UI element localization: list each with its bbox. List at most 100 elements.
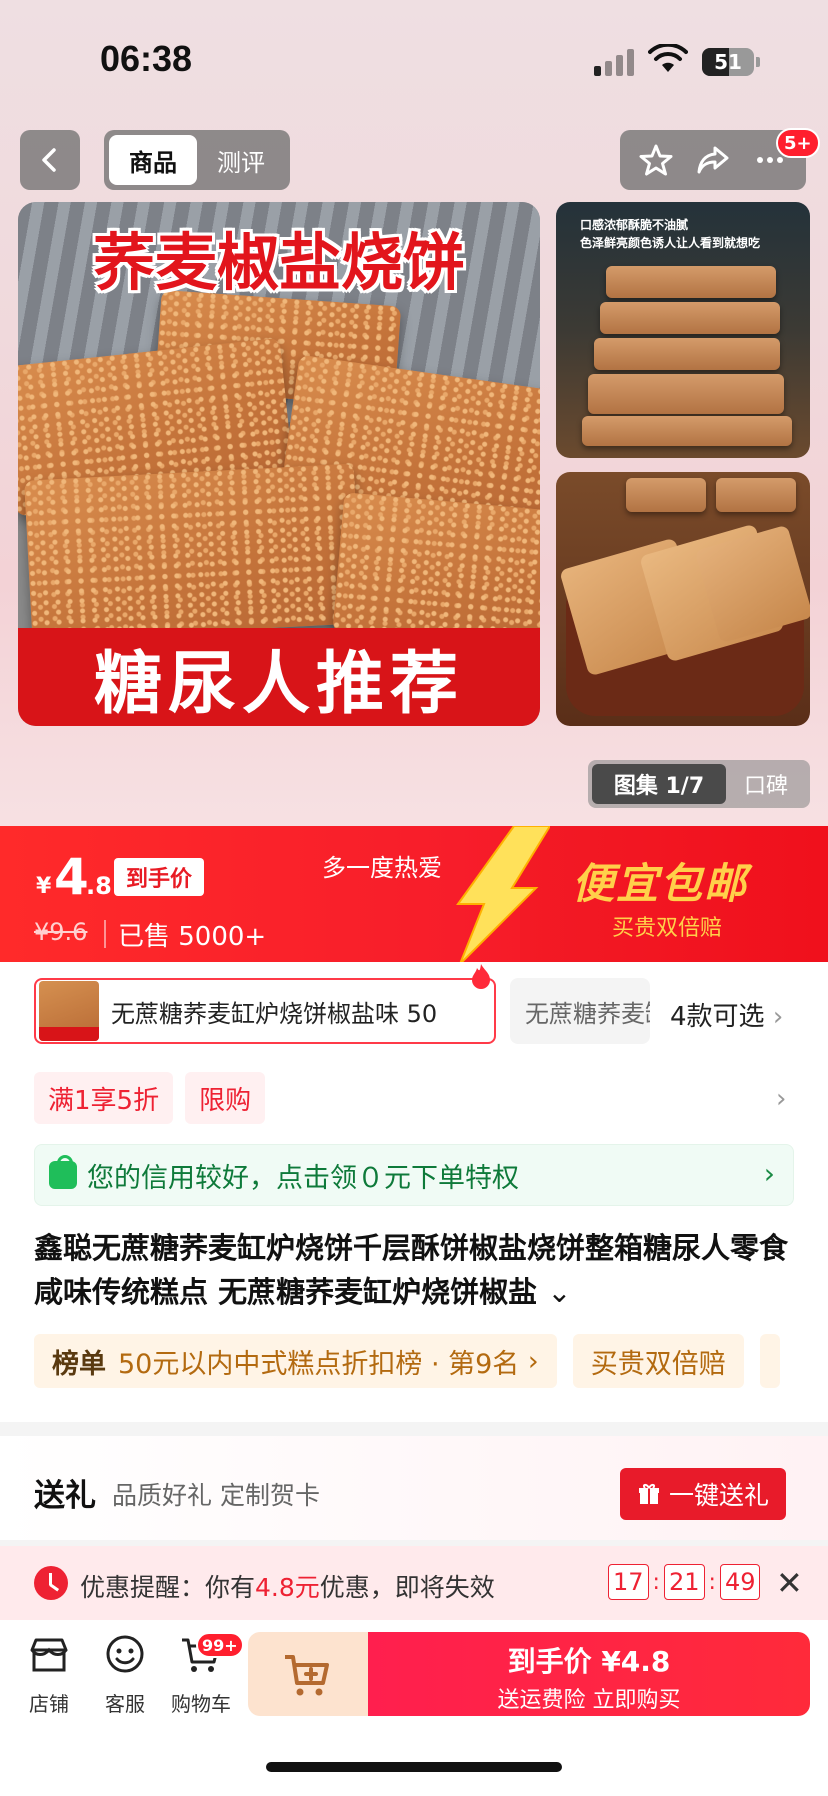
add-to-cart-button[interactable] — [248, 1632, 368, 1716]
guarantee-text: 买贵双倍赔 — [590, 1348, 726, 1380]
lightning-icon — [456, 826, 550, 964]
promo-slogan-left: 多一度热爱 — [322, 854, 442, 882]
promo-tags: 满1享5折 限购 — [34, 1072, 266, 1124]
send-gift-button[interactable]: 一键送礼 — [620, 1468, 786, 1520]
cake-piece — [24, 463, 362, 641]
countdown-minutes: 21 — [663, 1564, 705, 1600]
thumbnail-image-2[interactable] — [556, 472, 810, 726]
cake-slab — [588, 374, 784, 414]
add-cart-icon — [285, 1655, 329, 1696]
reminder-text: 优惠提醒：你有4.8元优惠，即将失效 — [80, 1568, 495, 1604]
rank-row: 榜单 50元以内中式糕点折扣榜 · 第9名 › 买贵双倍赔 — [34, 1334, 780, 1388]
product-title[interactable]: 鑫聪无蔗糖荞麦缸炉烧饼千层酥饼椒盐烧饼整箱糖尿人零食咸味传统糕点 无蔗糖荞麦缸炉… — [34, 1226, 794, 1314]
cake-slab — [582, 416, 792, 446]
original-price: ¥9.6 — [34, 918, 88, 946]
promo-tag-limit[interactable]: 限购 — [185, 1072, 266, 1124]
cake-slab — [606, 266, 776, 298]
countdown-seconds: 49 — [719, 1564, 761, 1600]
sku-more-options[interactable]: 4款可选 › — [670, 996, 783, 1033]
service-icon — [106, 1635, 144, 1673]
tab-service-label: 客服 — [105, 1692, 145, 1716]
gift-subtitle: 品质好礼 定制贺卡 — [112, 1481, 320, 1510]
sku-option[interactable]: 无蔗糖荞麦缸炉烧饼 — [510, 978, 650, 1044]
cake-slab — [594, 338, 780, 370]
cake-slab — [600, 302, 780, 334]
gallery-counter[interactable]: 图集 1/7 — [592, 764, 726, 804]
price-integer: 4 — [54, 848, 89, 906]
sku-option-selected[interactable]: 无蔗糖荞麦缸炉烧饼椒盐味 50 — [34, 978, 496, 1044]
reminder-amount: 4.8元 — [255, 1573, 320, 1602]
coupon-reminder: 优惠提醒：你有4.8元优惠，即将失效 17 : 21 : 49 ✕ — [0, 1546, 828, 1620]
clock-icon — [34, 1566, 68, 1600]
image-title: 荞麦椒盐烧饼 — [92, 226, 465, 299]
share-icon — [697, 146, 729, 174]
sku-thumbnail-band — [39, 1027, 99, 1041]
thumbnail-image-1[interactable]: 口感浓郁酥脆不油腻 色泽鲜亮颜色诱人让人看到就想吃 — [556, 202, 810, 458]
chevron-right-icon[interactable]: › — [776, 1084, 786, 1114]
sku-more-label: 4款可选 — [670, 1002, 765, 1032]
currency-symbol: ¥ — [36, 874, 52, 899]
main-product-image[interactable]: 荞麦椒盐烧饼 糖尿人推荐 — [18, 202, 540, 726]
sold-count: 已售 5000+ — [118, 922, 267, 952]
expand-chevron-icon: ⌄ — [547, 1275, 572, 1309]
store-icon — [30, 1638, 68, 1672]
rank-badge[interactable]: 榜单 50元以内中式糕点折扣榜 · 第9名 › — [34, 1334, 557, 1388]
gift-section: 送礼 品质好礼 定制贺卡 一键送礼 — [0, 1436, 828, 1540]
gift-icon — [638, 1484, 659, 1504]
shopping-bag-icon — [49, 1155, 77, 1189]
back-button[interactable] — [20, 130, 80, 190]
close-icon[interactable]: ✕ — [776, 1564, 803, 1602]
status-bar: 06:38 51 — [0, 0, 828, 120]
tab-store[interactable]: 店铺 — [14, 1632, 84, 1717]
credit-privilege-banner[interactable]: 您的信用较好，点击领０元下单特权 › — [34, 1144, 794, 1206]
buy-now-button[interactable]: 到手价 ¥4.8 送运费险 立即购买 — [368, 1632, 810, 1716]
countdown-hours: 17 — [608, 1564, 649, 1600]
product-detail-page: 06:38 51 商品 测评 5+ 荞麦椒盐烧饼 糖尿人推荐 口感浓郁酥脆不油腻… — [0, 0, 828, 1796]
buy-now-label: 送运费险 立即购买 — [497, 1688, 681, 1713]
cake-slab — [716, 478, 796, 512]
credit-text: 您的信用较好，点击领０元下单特权 — [87, 1162, 519, 1194]
battery-icon: 51 — [702, 48, 754, 76]
wifi-icon — [648, 44, 688, 72]
buy-now-price: 到手价 ¥4.8 — [507, 1645, 671, 1678]
tab-product[interactable]: 商品 — [109, 135, 197, 185]
price-guarantee-badge[interactable]: 买贵双倍赔 — [572, 1334, 744, 1388]
message-badge: 5+ — [776, 128, 820, 158]
signal-icon — [594, 48, 636, 76]
chevron-right-icon: › — [772, 1002, 784, 1032]
more-badge — [759, 1334, 780, 1388]
favorite-button[interactable] — [634, 138, 678, 182]
product-title-text: 鑫聪无蔗糖荞麦缸炉烧饼千层酥饼椒盐烧饼整箱糖尿人零食咸味传统糕点 无蔗糖荞麦缸炉… — [34, 1231, 789, 1309]
send-gift-label: 一键送礼 — [668, 1481, 769, 1510]
chevron-right-icon: › — [527, 1345, 539, 1377]
price-banner: ¥ 4 .8 到手价 ¥9.6 已售 5000+ 多一度热爱 便宜包邮 买贵双倍… — [0, 826, 828, 964]
image-banner-text: 糖尿人推荐 — [93, 644, 464, 724]
star-icon — [639, 144, 673, 176]
reminder-prefix: 优惠提醒：你有 — [80, 1573, 256, 1602]
status-time: 06:38 — [100, 38, 193, 79]
view-tabs: 商品 测评 — [104, 130, 290, 190]
sku-label: 无蔗糖荞麦缸炉烧饼椒盐味 50 — [111, 999, 438, 1028]
cake-slab — [626, 478, 706, 512]
rank-text: 50元以内中式糕点折扣榜 · 第9名 — [118, 1348, 520, 1380]
tab-review[interactable]: 测评 — [197, 135, 285, 185]
tab-store-label: 店铺 — [29, 1692, 69, 1716]
cart-count-badge: 99+ — [196, 1632, 244, 1658]
timer-colon: : — [652, 1569, 660, 1595]
divider — [104, 920, 106, 948]
price-decimal: .8 — [86, 872, 112, 900]
final-price-tag: 到手价 — [114, 858, 205, 896]
product-info: 无蔗糖荞麦缸炉烧饼椒盐味 50 无蔗糖荞麦缸炉烧饼 4款可选 › 满1享5折 限… — [0, 962, 828, 1422]
rank-prefix: 榜单 — [52, 1348, 106, 1380]
share-button[interactable] — [691, 138, 735, 182]
image-banner: 糖尿人推荐 — [18, 628, 540, 726]
reviews-tab[interactable]: 口碑 — [726, 764, 806, 804]
tab-cart-label: 购物车 — [171, 1692, 231, 1716]
tab-service[interactable]: 客服 — [90, 1632, 160, 1717]
reminder-suffix: 优惠，即将失效 — [319, 1573, 495, 1602]
chevron-right-icon: › — [763, 1157, 775, 1190]
promo-tag-discount[interactable]: 满1享5折 — [34, 1072, 174, 1124]
sku-thumbnail — [39, 981, 99, 1041]
battery-tip — [756, 57, 760, 67]
flame-icon — [472, 964, 490, 989]
